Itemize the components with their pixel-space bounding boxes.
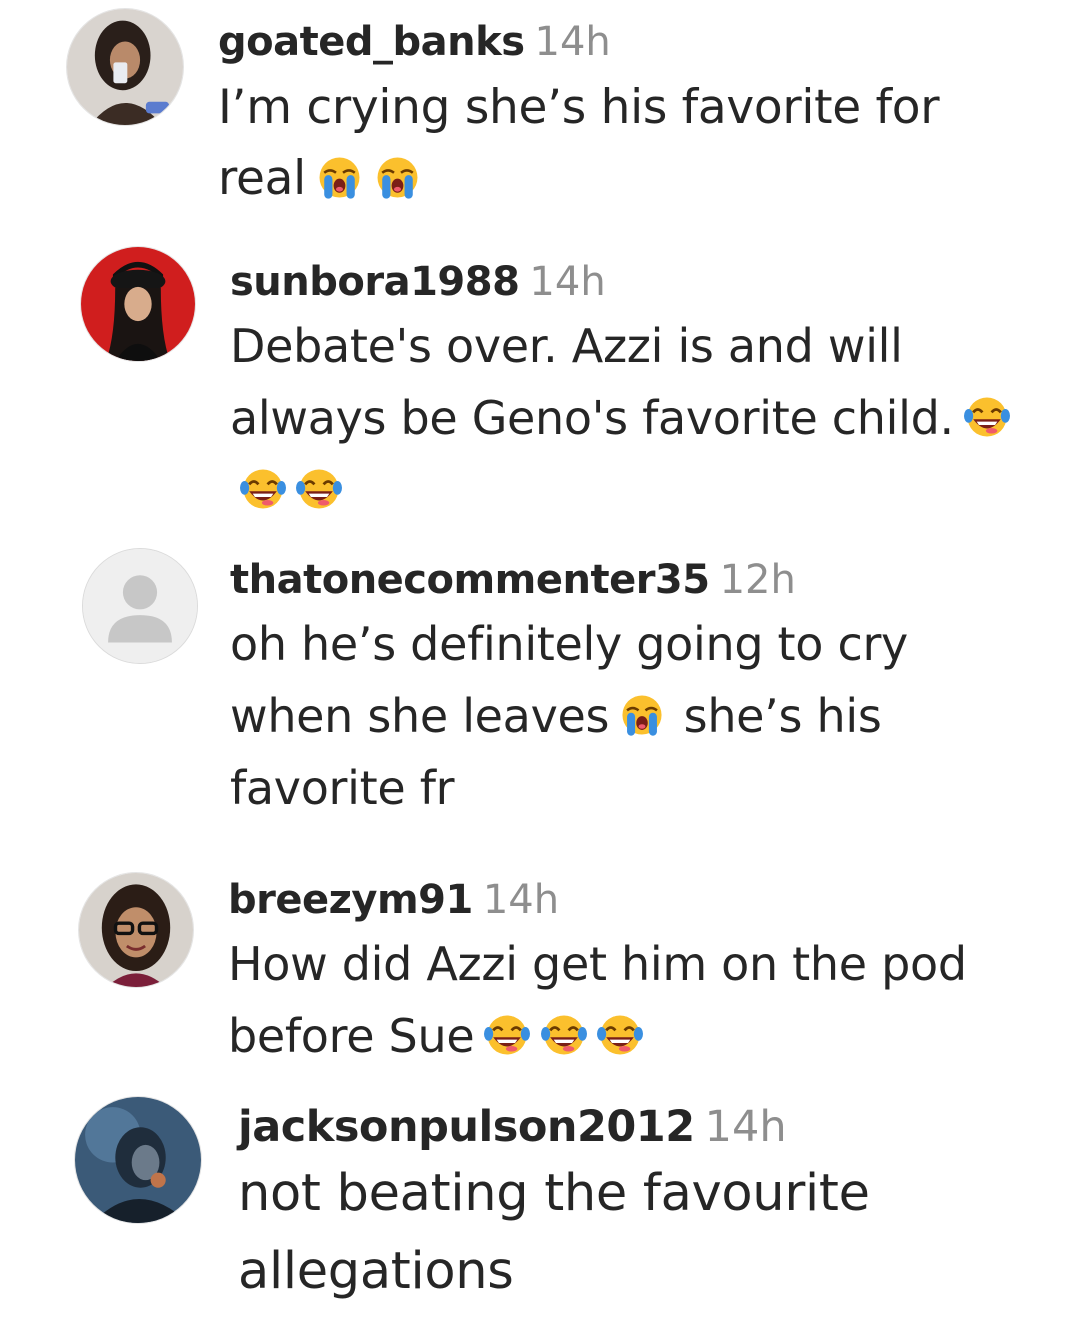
comment-text: How did Azzi get him on the pod before S… xyxy=(228,937,967,1063)
avatar[interactable] xyxy=(78,872,194,988)
face-with-tears-of-joy-icon xyxy=(484,1012,531,1058)
avatar[interactable] xyxy=(80,246,196,362)
comment-username[interactable]: sunbora1988 xyxy=(230,259,520,305)
loudly-crying-face-icon xyxy=(316,154,363,201)
comment-timestamp: 14h xyxy=(704,1102,787,1152)
comment-timestamp: 14h xyxy=(482,877,560,923)
loudly-crying-face-icon xyxy=(374,154,421,201)
comment-username[interactable]: jacksonpulson2012 xyxy=(238,1102,695,1152)
comment-username[interactable]: thatonecommenter35 xyxy=(230,557,710,603)
comment-timestamp: 12h xyxy=(719,557,796,603)
comment-timestamp: 14h xyxy=(534,19,611,65)
comment-username[interactable]: goated_banks xyxy=(218,19,525,65)
comment-text: I’m crying she’s his favorite for real xyxy=(218,80,940,206)
default-avatar-icon[interactable] xyxy=(82,548,198,664)
comment-text: Debate's over. Azzi is and will always b… xyxy=(230,310,1020,526)
face-with-tears-of-joy-icon xyxy=(963,394,1010,440)
loudly-crying-face-icon xyxy=(619,692,665,738)
avatar[interactable] xyxy=(74,1096,202,1224)
face-with-tears-of-joy-icon xyxy=(596,1012,643,1058)
comment-text: not beating the favourite allegations xyxy=(238,1164,870,1301)
avatar[interactable] xyxy=(66,8,184,126)
comment-timestamp: 14h xyxy=(529,259,606,305)
face-with-tears-of-joy-icon xyxy=(240,466,287,512)
comment-text: oh he’s definitely going to cry when she… xyxy=(230,617,908,815)
face-with-tears-of-joy-icon xyxy=(540,1012,587,1058)
face-with-tears-of-joy-icon xyxy=(296,466,343,512)
comment-username[interactable]: breezym91 xyxy=(228,877,473,923)
